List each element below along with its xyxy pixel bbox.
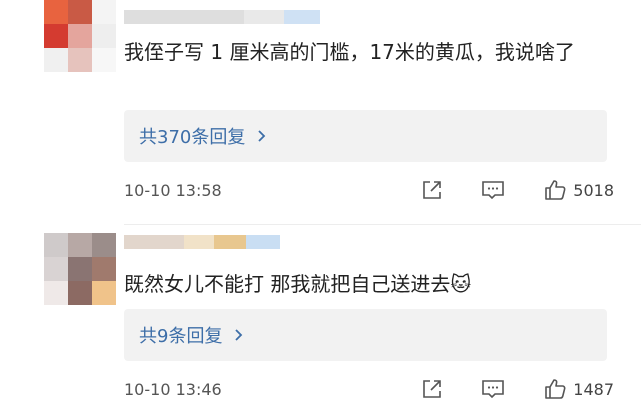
chevron-right-icon: [235, 329, 243, 341]
reply-count-label: 共9条回复: [139, 326, 223, 347]
comment-item: 既然女儿不能打 那我就把自己送进去🐱 共9条回复 10-10 13:46 148…: [0, 225, 641, 416]
view-replies-button[interactable]: 共9条回复: [124, 309, 607, 361]
share-button[interactable]: [421, 179, 443, 201]
like-count: 1487: [573, 379, 614, 399]
comment-actions: 1487: [421, 374, 614, 404]
share-button[interactable]: [421, 378, 443, 400]
chevron-right-icon: [258, 130, 266, 142]
comment-button[interactable]: [481, 378, 505, 400]
like-count: 5018: [573, 180, 614, 200]
comment-text: 既然女儿不能打 那我就把自己送进去🐱: [124, 272, 472, 296]
username-blurred[interactable]: [124, 10, 320, 24]
timestamp: 10-10 13:58: [124, 180, 222, 200]
comment-meta: 10-10 13:46 1487: [124, 374, 614, 404]
comment-item: 我侄子写 1 厘米高的门槛，17米的黄瓜，我说啥了 共370条回复 10-10 …: [0, 0, 641, 225]
share-icon: [423, 181, 442, 199]
like-button[interactable]: 1487: [543, 377, 614, 401]
view-replies-button[interactable]: 共370条回复: [124, 110, 607, 162]
comment-actions: 5018: [421, 175, 614, 205]
comment-text: 我侄子写 1 厘米高的门槛，17米的黄瓜，我说啥了: [124, 40, 575, 64]
comment-icon: [482, 181, 505, 200]
avatar[interactable]: [44, 0, 116, 72]
thumbs-up-icon: [545, 180, 566, 200]
avatar[interactable]: [44, 233, 116, 305]
timestamp: 10-10 13:46: [124, 379, 222, 399]
thumbs-up-icon: [545, 379, 566, 399]
share-icon: [423, 380, 442, 398]
comment-meta: 10-10 13:58 5018: [124, 175, 614, 205]
comment-button[interactable]: [481, 179, 505, 201]
comment-icon: [482, 380, 505, 399]
username-blurred[interactable]: [124, 235, 280, 249]
reply-count-label: 共370条回复: [139, 127, 246, 148]
like-button[interactable]: 5018: [543, 178, 614, 202]
